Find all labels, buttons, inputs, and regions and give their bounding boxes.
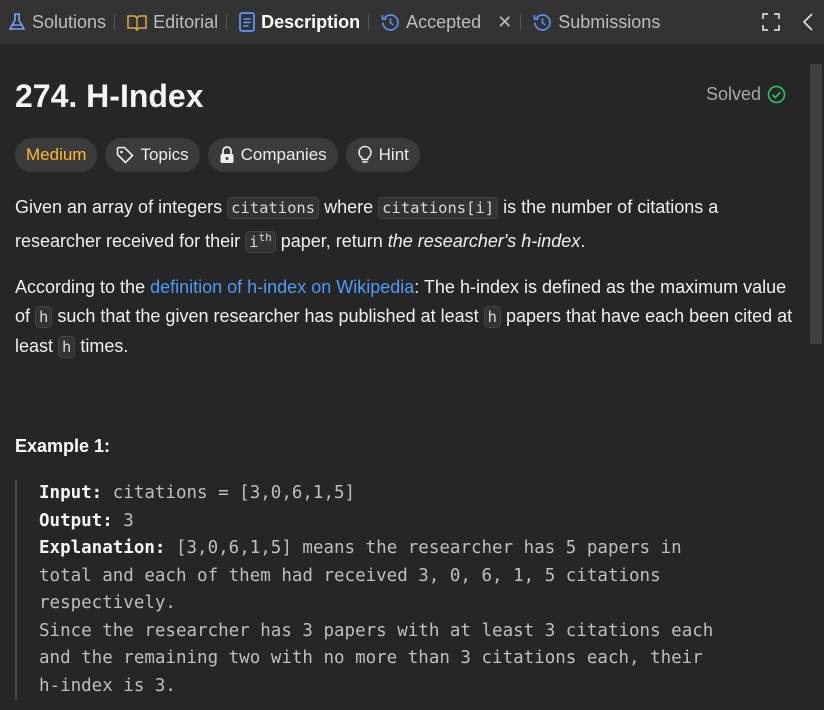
explanation-text: [3,0,6,1,5] means the researcher has 5 p… (165, 538, 682, 558)
tab-editorial[interactable]: Editorial (119, 0, 222, 44)
tab-accepted[interactable]: Accepted ✕ (373, 0, 516, 44)
input-label: Input: (39, 483, 103, 503)
difficulty-badge[interactable]: Medium (15, 138, 98, 172)
hint-label: Hint (378, 145, 409, 164)
tab-submissions[interactable]: Submissions (525, 0, 664, 44)
solved-status: Solved (706, 84, 786, 105)
text: such that the given researcher has publi… (52, 306, 484, 326)
explanation-text: Since the researcher has 3 papers with a… (39, 620, 714, 641)
tab-divider (226, 14, 228, 30)
example-1-block: Input: citations = [3,0,6,1,5] Output: 3… (15, 480, 808, 700)
superscript: th (258, 231, 272, 244)
text: where (319, 197, 379, 217)
topics-button[interactable]: Topics (105, 138, 200, 172)
close-icon[interactable]: ✕ (497, 12, 512, 33)
inline-code: h (35, 306, 53, 328)
problem-title: 274. H-Index (15, 78, 204, 114)
lightbulb-icon (357, 145, 372, 163)
book-icon (127, 15, 147, 31)
example-explanation-line: Explanation: [3,0,6,1,5] means the resea… (39, 535, 808, 563)
example-1-title: Example 1: (15, 436, 111, 456)
text: . (580, 231, 586, 252)
text: According to the (15, 277, 151, 297)
tab-bar-controls (762, 0, 824, 44)
explanation-text: respectively. (39, 593, 176, 613)
description-paragraph-2: According to the definition of h-index o… (15, 273, 795, 362)
companies-button[interactable]: Companies (207, 138, 338, 172)
tab-solutions-label: Solutions (32, 11, 107, 32)
input-value: citations = [3,0,6,1,5] (102, 483, 356, 503)
tab-bar: Solutions Editorial Description Accepted… (0, 0, 824, 44)
tab-divider (368, 14, 370, 30)
example-output-line: Output: 3 (39, 508, 808, 536)
tab-divider (520, 14, 522, 30)
example-input-line: Input: citations = [3,0,6,1,5] (39, 480, 808, 508)
text: times. (75, 336, 129, 356)
tag-row: Medium Topics Companies Hint (15, 138, 420, 172)
inline-code: citations[i] (378, 197, 499, 219)
beaker-icon (8, 13, 26, 30)
tab-description[interactable]: Description (231, 0, 364, 44)
chevron-left-icon[interactable] (802, 13, 814, 31)
emphasis: the researcher's h-index (387, 231, 581, 252)
solved-label: Solved (705, 84, 761, 104)
check-circle-icon (767, 85, 786, 104)
tab-accepted-label: Accepted (406, 11, 482, 32)
tab-solutions[interactable]: Solutions (0, 0, 110, 44)
tab-submissions-label: Submissions (558, 11, 661, 32)
inline-code: citations (227, 197, 320, 219)
history-icon (381, 13, 399, 31)
scroll-thumb[interactable] (810, 64, 822, 344)
inline-code: h (58, 336, 76, 358)
explanation-text: and the remaining two with no more than … (39, 648, 703, 668)
inline-code: h (483, 306, 501, 328)
output-label: Output: (39, 510, 113, 531)
tag-icon (117, 146, 135, 164)
description-paragraph-1: Given an array of integers citations whe… (15, 193, 795, 257)
output-value: 3 (112, 510, 134, 531)
description-panel: 274. H-Index Solved Medium Topics Compan… (0, 44, 808, 710)
lock-icon (220, 146, 234, 163)
inline-code: ith (245, 231, 276, 254)
tab-editorial-label: Editorial (153, 11, 219, 32)
text: Given an array of integers (15, 197, 228, 217)
fullscreen-icon[interactable] (762, 13, 780, 31)
tab-divider (114, 14, 116, 30)
explanation-text: total and each of them had received 3, 0… (39, 565, 661, 586)
wikipedia-link[interactable]: definition of h-index on Wikipedia (150, 277, 414, 297)
scrollbar[interactable] (808, 44, 824, 710)
tab-description-label: Description (261, 11, 361, 32)
topics-label: Topics (140, 145, 189, 164)
companies-label: Companies (240, 145, 327, 164)
explanation-text: h-index is 3. (39, 675, 176, 696)
difficulty-label: Medium (26, 145, 87, 164)
history-icon (533, 13, 552, 31)
text: paper, return (275, 231, 388, 252)
document-icon (239, 12, 255, 32)
explanation-label: Explanation: (39, 538, 166, 558)
hint-button[interactable]: Hint (345, 138, 420, 172)
